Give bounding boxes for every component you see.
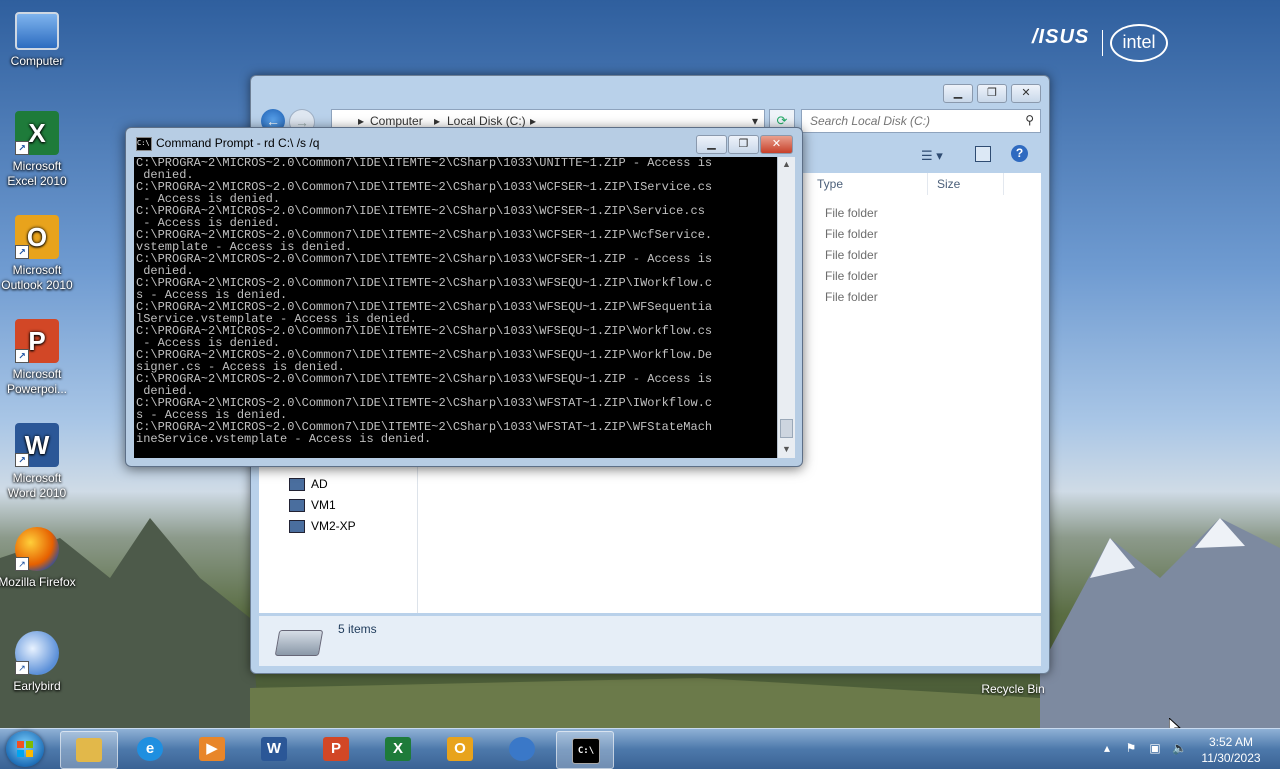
word-icon: W [261, 737, 287, 761]
desktop-icon-outlook[interactable]: O ↗ Microsoft Outlook 2010 [0, 215, 77, 293]
breadcrumb-item-computer[interactable]: Computer [370, 114, 423, 128]
clock-date: 11/30/2023 [1201, 751, 1261, 765]
network-icon[interactable]: ▣ [1148, 741, 1162, 755]
console-line: C:\PROGRA~2\MICROS~2.0\Common7\IDE\ITEMT… [136, 252, 713, 266]
column-header-size[interactable]: Size [929, 173, 1004, 195]
cmd-minimize-button[interactable]: ▁ [696, 135, 727, 154]
earlybird-icon: ↗ [15, 631, 59, 675]
breadcrumb-separator-icon: ▸ [358, 114, 365, 128]
media-player-taskbar-button[interactable]: ▶ [184, 731, 240, 767]
internet-explorer-icon: e [137, 737, 163, 761]
search-icon[interactable]: ⚲ [1025, 113, 1034, 127]
scroll-thumb[interactable] [780, 419, 793, 438]
clock-time: 3:52 AM [1208, 735, 1254, 749]
logo-divider [1102, 30, 1103, 56]
console-line: C:\PROGRA~2\MICROS~2.0\Common7\IDE\ITEMT… [136, 372, 713, 386]
status-bar: 5 items [259, 616, 1041, 666]
folder-icon [76, 738, 102, 762]
chevron-down-icon[interactable]: ▾ [752, 114, 758, 128]
ie-taskbar-button[interactable]: e [122, 731, 178, 767]
preview-pane-icon[interactable] [975, 146, 991, 162]
desktop-icon-label: Microsoft Outlook 2010 [1, 263, 73, 292]
windows-logo-icon [17, 741, 33, 757]
start-button[interactable] [6, 731, 44, 767]
command-prompt-window: C:\ Command Prompt - rd C:\ /s /q ▁ ❐ ✕ … [125, 127, 803, 467]
firefox-icon: ↗ [15, 527, 59, 571]
breadcrumb-separator-icon: ▸ [530, 114, 537, 128]
breadcrumb-separator-icon: ▸ [434, 114, 441, 128]
explorer-taskbar-button[interactable] [60, 731, 118, 769]
drive-icon [274, 630, 324, 656]
desktop-icon-excel[interactable]: X ↗ Microsoft Excel 2010 [0, 111, 77, 189]
volume-muted-icon[interactable]: 🔈 [1172, 741, 1187, 755]
excel-taskbar-button[interactable]: X [370, 731, 426, 767]
list-item[interactable]: File folder [825, 206, 878, 220]
recycle-bin-label[interactable]: Recycle Bin [968, 682, 1058, 696]
desktop-icon-label: Microsoft Excel 2010 [7, 159, 67, 188]
cmd-maximize-button[interactable]: ❐ [728, 135, 759, 154]
computer-icon [15, 12, 59, 50]
command-prompt-icon: C:\ [136, 137, 152, 151]
media-player-icon: ▶ [199, 737, 225, 761]
help-icon[interactable]: ? [1011, 145, 1028, 162]
powerpoint-icon: P [323, 737, 349, 761]
word-icon: W ↗ [15, 423, 59, 467]
nav-item-ad[interactable]: AD [289, 477, 328, 492]
show-hidden-icons-icon[interactable]: ▴ [1100, 741, 1114, 755]
intel-logo: intel [1110, 24, 1168, 62]
console-output[interactable]: C:\PROGRA~2\MICROS~2.0\Common7\IDE\ITEMT… [134, 157, 780, 458]
excel-icon: X ↗ [15, 111, 59, 155]
cmd-taskbar-button[interactable]: C:\ [556, 731, 614, 769]
desktop-icon-label: Mozilla Firefox [0, 575, 76, 589]
desktop-icon-computer[interactable]: Computer [0, 12, 77, 69]
command-prompt-icon: C:\ [572, 738, 600, 764]
list-item[interactable]: File folder [825, 269, 878, 283]
cmd-close-button[interactable]: ✕ [760, 135, 793, 154]
item-count: 5 items [338, 622, 377, 636]
taskbar: e ▶ W P X O C:\ ▴ ⚑ ▣ 🔈 3:52 AM 11/30/2023 [0, 728, 1280, 769]
computer-icon [289, 478, 305, 492]
chrome-taskbar-button[interactable] [494, 731, 550, 767]
nav-item-vm2-xp[interactable]: VM2-XP [289, 519, 356, 534]
desktop-icon-word[interactable]: W ↗ Microsoft Word 2010 [0, 423, 77, 501]
nav-item-vm1[interactable]: VM1 [289, 498, 336, 513]
desktop-icon-powerpoint[interactable]: P ↗ Microsoft Powerpoi... [0, 319, 77, 397]
chrome-icon [509, 737, 535, 761]
outlook-icon: O [447, 737, 473, 761]
explorer-minimize-button[interactable]: ▁ [943, 84, 973, 103]
column-header-type[interactable]: Type [809, 173, 928, 195]
list-item[interactable]: File folder [825, 248, 878, 262]
powerpoint-icon: P ↗ [15, 319, 59, 363]
outlook-taskbar-button[interactable]: O [432, 731, 488, 767]
word-taskbar-button[interactable]: W [246, 731, 302, 767]
explorer-maximize-button[interactable]: ❐ [977, 84, 1007, 103]
search-box[interactable]: ⚲ [801, 109, 1041, 133]
desktop-icon-label: Microsoft Powerpoi... [6, 367, 68, 396]
powerpoint-taskbar-button[interactable]: P [308, 731, 364, 767]
console-line: ineService.vstemplate - Access is denied… [136, 432, 432, 446]
scroll-up-icon[interactable]: ▲ [782, 159, 791, 169]
desktop-icon-earlybird[interactable]: ↗ Earlybird [0, 631, 77, 694]
console-scrollbar[interactable]: ▲ ▼ [777, 157, 795, 458]
computer-icon [289, 520, 305, 534]
scroll-down-icon[interactable]: ▼ [782, 444, 791, 454]
excel-icon: X [385, 737, 411, 761]
desktop-icon-label: Microsoft Word 2010 [7, 471, 67, 500]
breadcrumb-item-local-disk[interactable]: Local Disk (C:) [447, 114, 526, 128]
desktop-icon-label: Earlybird [13, 679, 61, 693]
console-line: C:\PROGRA~2\MICROS~2.0\Common7\IDE\ITEMT… [136, 157, 713, 170]
search-input[interactable] [808, 113, 1012, 129]
computer-icon [289, 499, 305, 513]
list-item[interactable]: File folder [825, 227, 878, 241]
explorer-close-button[interactable]: ✕ [1011, 84, 1041, 103]
clock[interactable]: 3:52 AM 11/30/2023 [1196, 734, 1266, 766]
action-center-icon[interactable]: ⚑ [1124, 741, 1138, 755]
desktop-icon-label: Computer [10, 54, 64, 68]
view-options-icon[interactable]: ☰ ▾ [921, 148, 943, 164]
asus-logo: /ISUS [1032, 26, 1090, 48]
desktop-icon-firefox[interactable]: ↗ Mozilla Firefox [0, 527, 77, 590]
list-item[interactable]: File folder [825, 290, 878, 304]
outlook-icon: O ↗ [15, 215, 59, 259]
window-title: Command Prompt - rd C:\ /s /q [156, 136, 320, 150]
